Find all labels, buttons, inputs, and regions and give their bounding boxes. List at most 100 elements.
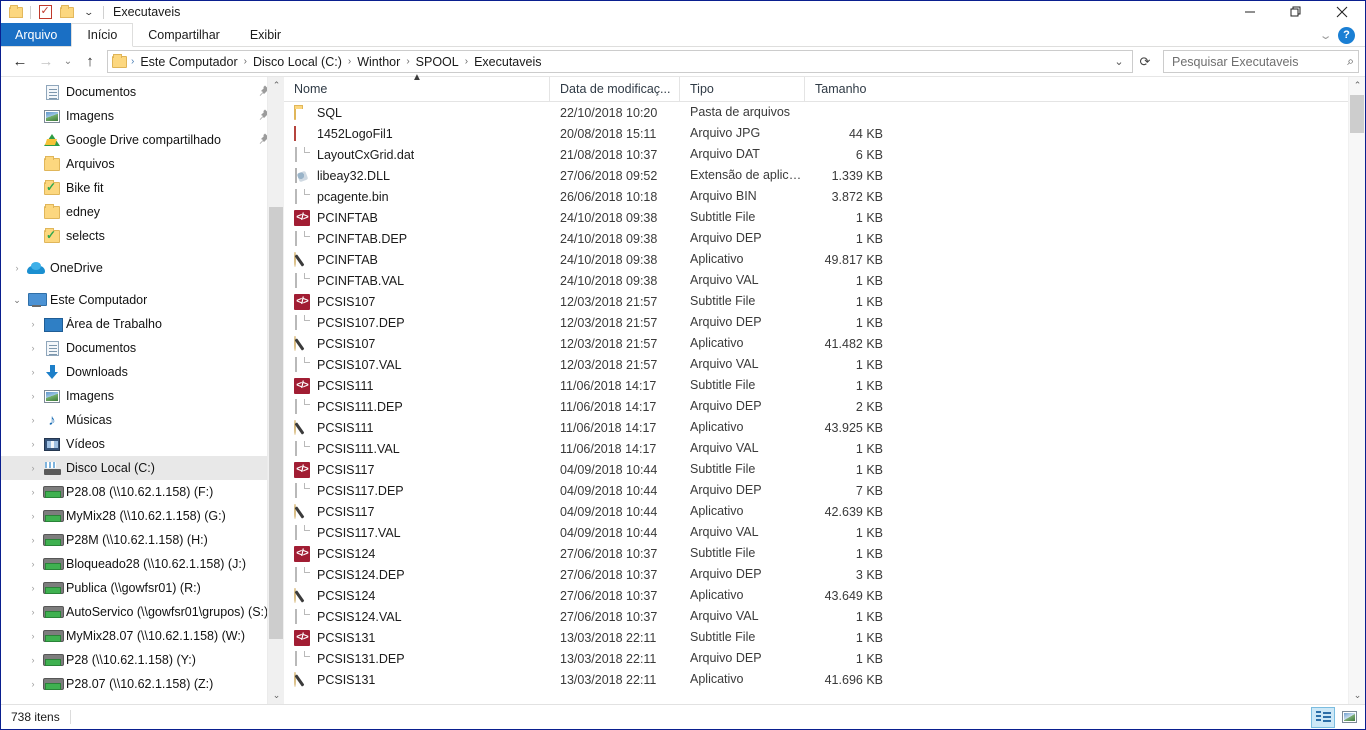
- breadcrumb-sep-0[interactable]: ›: [128, 56, 137, 67]
- table-row[interactable]: PCSIS124.VAL 27/06/2018 10:37 Arquivo VAL 1…: [284, 606, 1365, 627]
- expand-chevron-icon[interactable]: ›: [25, 439, 41, 449]
- expand-chevron-icon[interactable]: ›: [25, 463, 41, 473]
- breadcrumb-item-1[interactable]: Disco Local (C:): [250, 55, 345, 69]
- table-row[interactable]: pcagente.bin 26/06/2018 10:18 Arquivo BIN 3…: [284, 186, 1365, 207]
- sidebar-item-imagens[interactable]: Imagens: [1, 104, 284, 128]
- sidebar-item-imagens[interactable]: › Imagens: [1, 384, 284, 408]
- sidebar-item-documentos[interactable]: Documentos: [1, 80, 284, 104]
- nav-scroll-up-icon[interactable]: ⌃: [268, 77, 284, 94]
- table-row[interactable]: SQL 22/10/2018 10:20 Pasta de arquivos: [284, 102, 1365, 123]
- breadcrumb-item-2[interactable]: Winthor: [354, 55, 403, 69]
- table-row[interactable]: </> PCSIS124 27/06/2018 10:37 Subtitle File…: [284, 543, 1365, 564]
- sidebar-item-rea-de-trabalho[interactable]: › Área de Trabalho: [1, 312, 284, 336]
- back-arrow-icon[interactable]: ←: [7, 49, 33, 75]
- properties-icon[interactable]: [34, 2, 56, 22]
- table-row[interactable]: PCSIS131.DEP 13/03/2018 22:11 Arquivo DEP 1…: [284, 648, 1365, 669]
- sidebar-item-m-sicas[interactable]: › ♪ Músicas: [1, 408, 284, 432]
- table-row[interactable]: PCSIS124.DEP 27/06/2018 10:37 Arquivo DEP 3…: [284, 564, 1365, 585]
- breadcrumb-item-0[interactable]: Este Computador: [137, 55, 240, 69]
- table-row[interactable]: PCSIS111.VAL 11/06/2018 14:17 Arquivo VAL 1…: [284, 438, 1365, 459]
- nav-scroll-thumb[interactable]: [269, 207, 283, 639]
- table-row[interactable]: </> PCSIS117 04/09/2018 10:44 Subtitle File…: [284, 459, 1365, 480]
- table-row[interactable]: PCSIS117.VAL 04/09/2018 10:44 Arquivo VAL 1…: [284, 522, 1365, 543]
- column-header-data[interactable]: Data de modificaç...: [549, 77, 679, 101]
- help-button[interactable]: ?: [1338, 26, 1355, 44]
- sidebar-item-v-deos[interactable]: › Vídeos: [1, 432, 284, 456]
- file-scroll-thumb[interactable]: [1350, 95, 1364, 133]
- table-row[interactable]: 1452LogoFil1 20/08/2018 15:11 Arquivo JPG 4…: [284, 123, 1365, 144]
- expand-chevron-icon[interactable]: ›: [25, 559, 41, 569]
- new-folder-icon[interactable]: [56, 2, 78, 22]
- navigation-scrollbar[interactable]: ⌃ ⌄: [267, 77, 284, 704]
- minimize-icon[interactable]: [1227, 1, 1273, 23]
- tab-arquivo[interactable]: Arquivo: [1, 23, 72, 46]
- search-input[interactable]: Pesquisar Executaveis ⌕: [1163, 50, 1359, 73]
- table-row[interactable]: PCSIS117.DEP 04/09/2018 10:44 Arquivo DEP 7…: [284, 480, 1365, 501]
- sidebar-item-p28m-10-62-1-158-h[interactable]: › P28M (\\10.62.1.158) (H:): [1, 528, 284, 552]
- tab-exibir[interactable]: Exibir: [235, 23, 296, 46]
- breadcrumb-sep-1[interactable]: ›: [241, 56, 250, 67]
- close-icon[interactable]: [1319, 1, 1365, 23]
- sidebar-item-mymix28-10-62-1-158-g[interactable]: › MyMix28 (\\10.62.1.158) (G:): [1, 504, 284, 528]
- up-arrow-icon[interactable]: ↑: [77, 49, 103, 75]
- expand-chevron-icon[interactable]: ›: [25, 583, 41, 593]
- column-header-tipo[interactable]: Tipo: [679, 77, 804, 101]
- sidebar-item-bloqueado28-10-62-1-158-j[interactable]: › Bloqueado28 (\\10.62.1.158) (J:): [1, 552, 284, 576]
- breadcrumb-sep-4[interactable]: ›: [462, 56, 471, 67]
- customize-dropdown-icon[interactable]: ⌄: [78, 2, 100, 22]
- sidebar-item-p28-08-10-62-1-158-f[interactable]: › P28.08 (\\10.62.1.158) (F:): [1, 480, 284, 504]
- expand-chevron-icon[interactable]: ›: [25, 487, 41, 497]
- column-header-nome[interactable]: Nome ▲: [284, 72, 549, 101]
- expand-chevron-icon[interactable]: ›: [25, 607, 41, 617]
- expand-chevron-icon[interactable]: ›: [9, 263, 25, 273]
- nav-scroll-down-icon[interactable]: ⌄: [268, 687, 284, 704]
- large-icons-view-button[interactable]: [1337, 707, 1361, 728]
- table-row[interactable]: PCSIS111.DEP 11/06/2018 14:17 Arquivo DEP 2…: [284, 396, 1365, 417]
- address-dropdown-icon[interactable]: ⌄: [1108, 51, 1130, 72]
- table-row[interactable]: PCSIS117 04/09/2018 10:44 Aplicativo 42.639…: [284, 501, 1365, 522]
- forward-arrow-icon[interactable]: →: [33, 49, 59, 75]
- table-row[interactable]: PCSIS111 11/06/2018 14:17 Aplicativo 43.925…: [284, 417, 1365, 438]
- refresh-icon[interactable]: ⟳: [1133, 49, 1157, 75]
- sidebar-item-google-drive-compartilhado[interactable]: Google Drive compartilhado: [1, 128, 284, 152]
- table-row[interactable]: </> PCSIS111 11/06/2018 14:17 Subtitle File…: [284, 375, 1365, 396]
- sidebar-item-selects[interactable]: selects: [1, 224, 284, 248]
- folder-icon[interactable]: [5, 2, 27, 22]
- sidebar-item-p28-10-62-1-158-y[interactable]: › P28 (\\10.62.1.158) (Y:): [1, 648, 284, 672]
- table-row[interactable]: PCINFTAB 24/10/2018 09:38 Aplicativo 49.817…: [284, 249, 1365, 270]
- expand-chevron-icon[interactable]: ›: [25, 415, 41, 425]
- sidebar-item-arquivos[interactable]: Arquivos: [1, 152, 284, 176]
- sidebar-item-documentos[interactable]: › Documentos: [1, 336, 284, 360]
- table-row[interactable]: LayoutCxGrid.dat 21/08/2018 10:37 Arquivo …: [284, 144, 1365, 165]
- expand-chevron-icon[interactable]: ›: [25, 679, 41, 689]
- expand-chevron-icon[interactable]: ›: [25, 655, 41, 665]
- file-scroll-down-icon[interactable]: ⌄: [1349, 687, 1366, 704]
- restore-icon[interactable]: [1273, 1, 1319, 23]
- chevron-down-icon[interactable]: ⌄: [1318, 29, 1332, 42]
- table-row[interactable]: PCINFTAB.VAL 24/10/2018 09:38 Arquivo VAL 1…: [284, 270, 1365, 291]
- sidebar-item-publica-gowfsr01-r[interactable]: › Publica (\\gowfsr01) (R:): [1, 576, 284, 600]
- breadcrumb-item-4[interactable]: Executaveis: [471, 55, 544, 69]
- expand-chevron-icon[interactable]: ›: [25, 343, 41, 353]
- table-row[interactable]: PCSIS131 13/03/2018 22:11 Aplicativo 41.696…: [284, 669, 1365, 690]
- sidebar-item-mymix28-07-10-62-1-158-w[interactable]: › MyMix28.07 (\\10.62.1.158) (W:): [1, 624, 284, 648]
- table-row[interactable]: PCSIS124 27/06/2018 10:37 Aplicativo 43.649…: [284, 585, 1365, 606]
- tab-inicio[interactable]: Início: [71, 23, 134, 47]
- sidebar-item-disco-local-c[interactable]: › Disco Local (C:): [1, 456, 284, 480]
- file-list-scrollbar[interactable]: ⌃ ⌄: [1348, 77, 1365, 704]
- expand-chevron-icon[interactable]: ›: [25, 319, 41, 329]
- expand-chevron-icon[interactable]: ›: [25, 631, 41, 641]
- column-header-tamanho[interactable]: Tamanho: [804, 77, 891, 101]
- expand-chevron-icon[interactable]: ›: [25, 511, 41, 521]
- table-row[interactable]: PCINFTAB.DEP 24/10/2018 09:38 Arquivo DEP 1…: [284, 228, 1365, 249]
- sidebar-item-downloads[interactable]: › Downloads: [1, 360, 284, 384]
- breadcrumb-item-3[interactable]: SPOOL: [413, 55, 462, 69]
- sidebar-item-edney[interactable]: edney: [1, 200, 284, 224]
- expand-chevron-icon[interactable]: ›: [25, 535, 41, 545]
- breadcrumb-sep-2[interactable]: ›: [345, 56, 354, 67]
- breadcrumb-sep-3[interactable]: ›: [403, 56, 412, 67]
- breadcrumb[interactable]: › Este Computador › Disco Local (C:) › W…: [107, 50, 1133, 73]
- table-row[interactable]: PCSIS107 12/03/2018 21:57 Aplicativo 41.482…: [284, 333, 1365, 354]
- details-view-button[interactable]: [1311, 706, 1335, 728]
- sidebar-item-autoservico-gowfsr01-grupos-s[interactable]: › AutoServico (\\gowfsr01\grupos) (S:): [1, 600, 284, 624]
